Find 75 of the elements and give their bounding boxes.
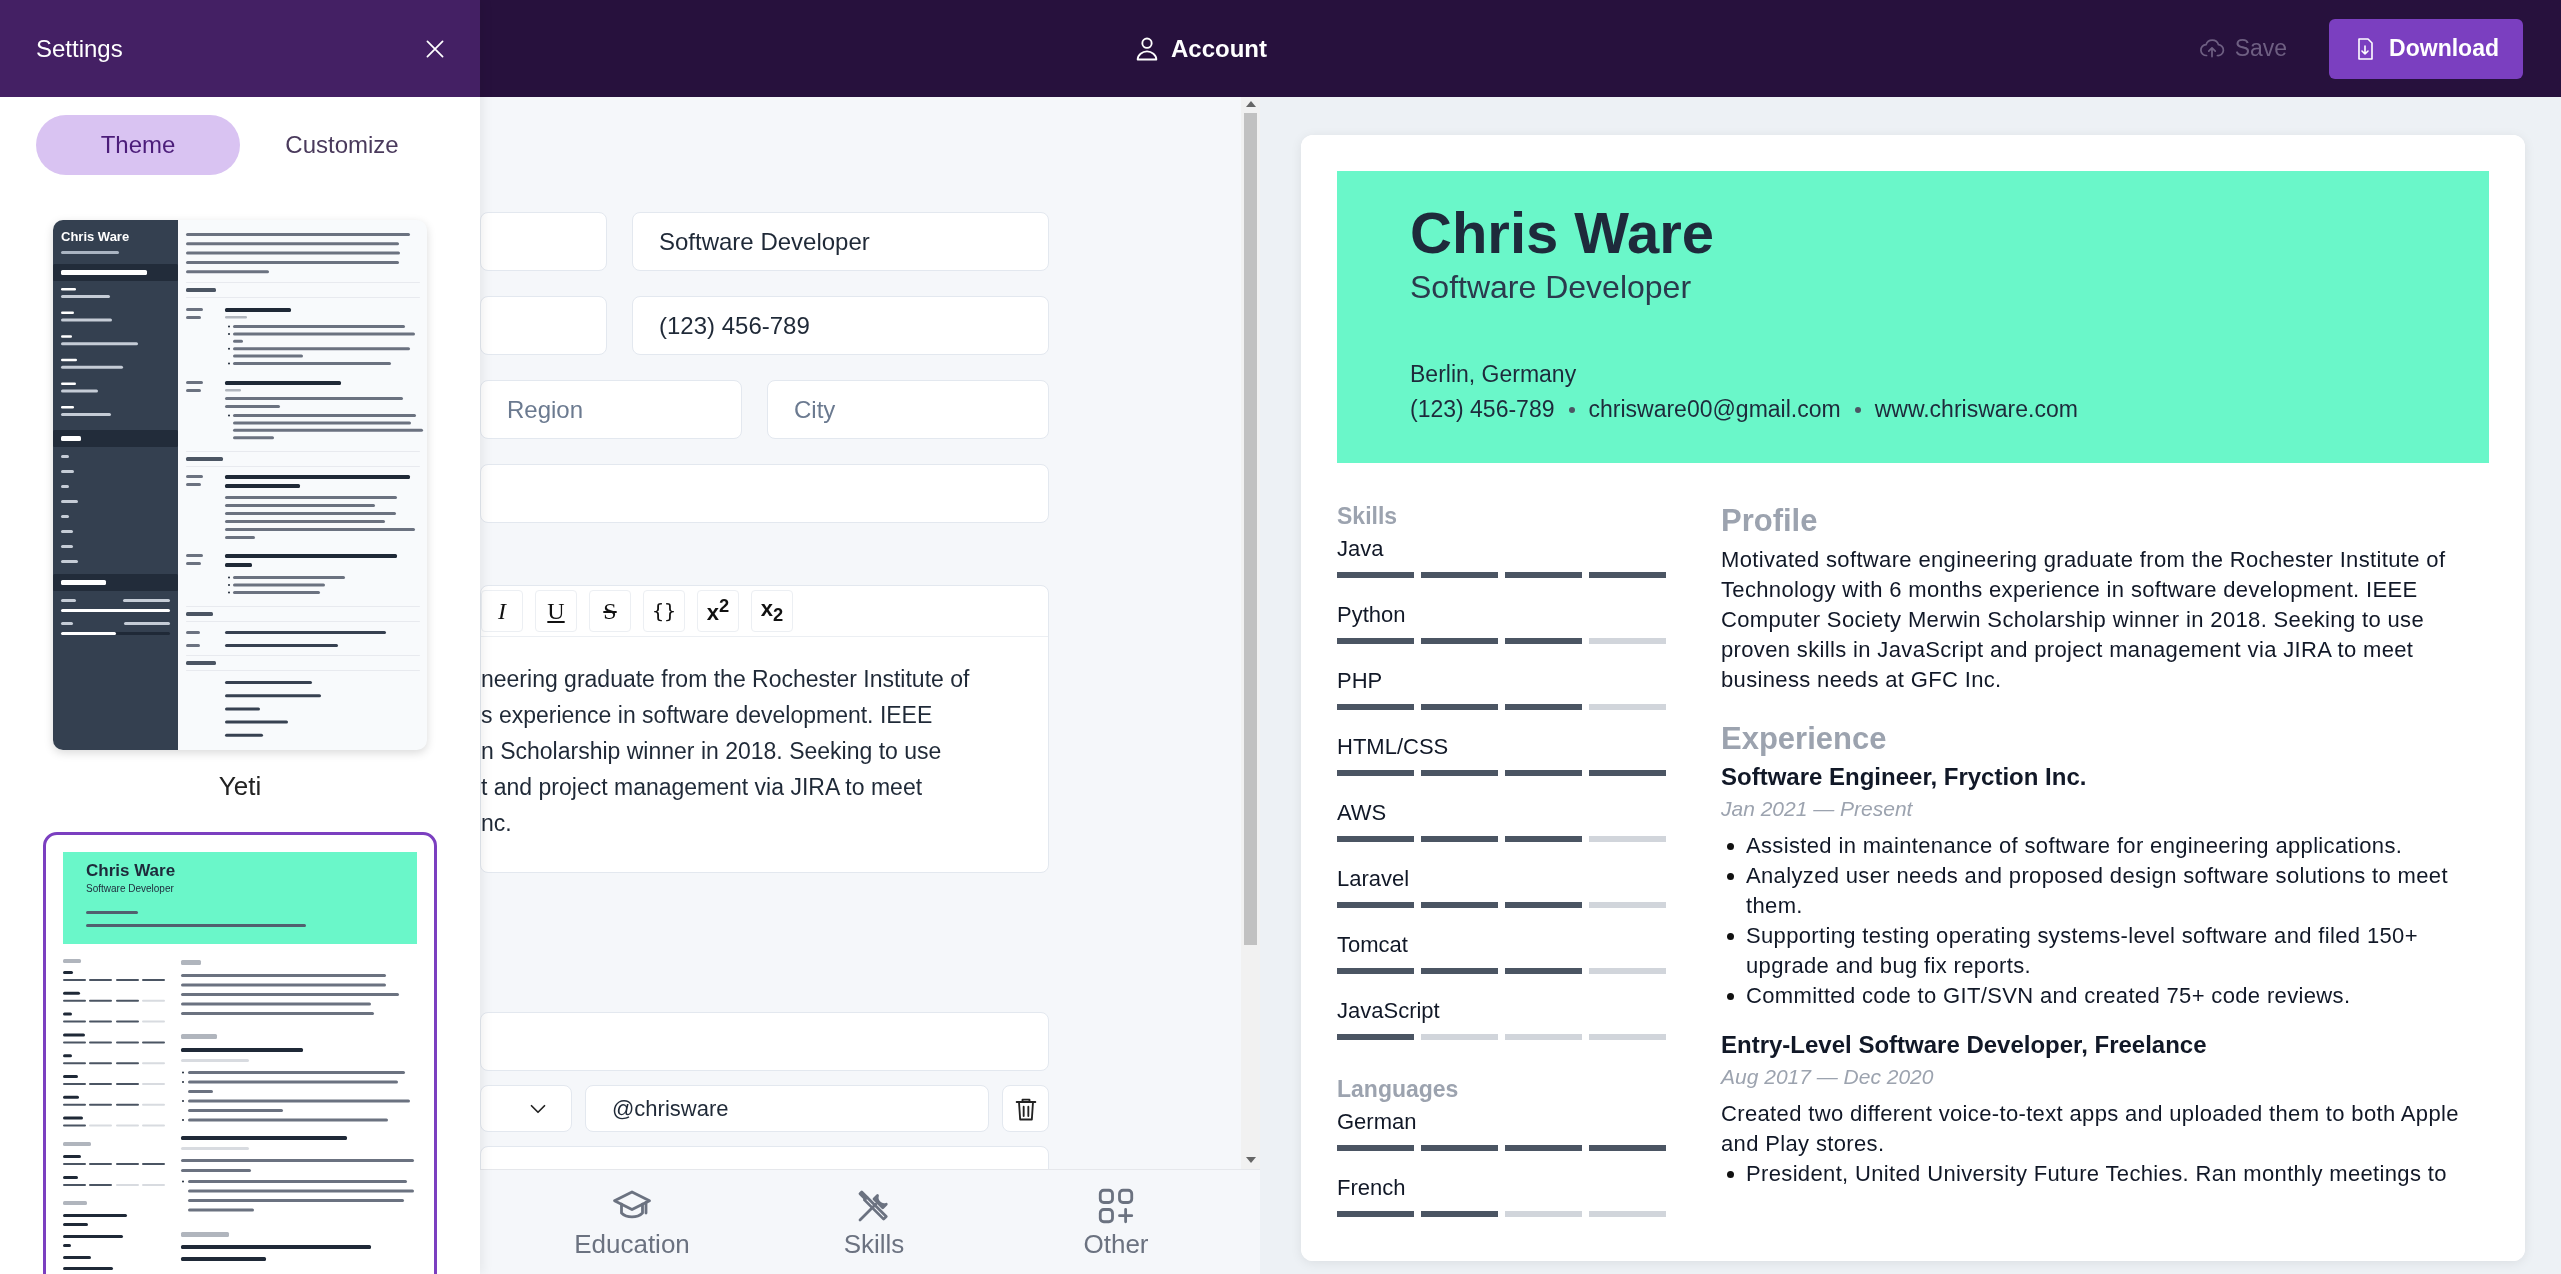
- entry-title: Entry-Level Software Developer, Freelance: [1721, 1031, 2208, 1059]
- format-button[interactable]: S: [589, 590, 631, 632]
- format-button[interactable]: {}: [643, 590, 685, 632]
- resume-name: Chris Ware: [86, 861, 176, 881]
- contact-text: chrisware00@gmail.com: [1588, 396, 1841, 423]
- scroll-down-arrow-icon[interactable]: [1245, 1157, 1256, 1163]
- download-button[interactable]: Download: [2329, 18, 2523, 79]
- theme-card[interactable]: Chris Ware: [50, 217, 430, 753]
- nav-item[interactable]: Education: [532, 1170, 732, 1274]
- paragraph-text: Created two different voice-to-text apps and uploaded them to both Apple and Play stores.: [1721, 1100, 2460, 1158]
- delete-button[interactable]: [1002, 1085, 1049, 1132]
- account-label[interactable]: Account: [1171, 34, 1267, 63]
- theme-name: Yeti: [218, 771, 262, 802]
- section-heading: Skills: [1337, 503, 1399, 530]
- resume-name: Chris Ware: [1410, 201, 1715, 265]
- dropdown[interactable]: [480, 1085, 572, 1132]
- skill-name: Laravel: [1337, 865, 1411, 893]
- location-text: Berlin, Germany: [1410, 361, 1577, 388]
- bullet-text: Analyzed user needs and proposed design software solutions to meet them.: [1746, 862, 2449, 920]
- job-title: Software Developer: [1410, 268, 1692, 306]
- date-text: Aug 2017 — Dec 2020: [1721, 1065, 1935, 1089]
- text-field[interactable]: [480, 464, 1049, 523]
- text-field[interactable]: [480, 212, 607, 271]
- text-field[interactable]: Software Developer: [632, 212, 1049, 271]
- text-field[interactable]: City: [767, 380, 1049, 439]
- scrollbar-thumb[interactable]: [1244, 113, 1257, 945]
- tab[interactable]: Customize: [240, 115, 444, 175]
- format-button[interactable]: U: [535, 590, 577, 632]
- rich-text-editor[interactable]: [480, 585, 1049, 873]
- editor-text: neering graduate from the Rochester Institute of s experience in software development. IEEE n Scholarship winner in 2018. Seeking to use t and project management via JIRA to meet nc.: [481, 665, 971, 838]
- contact-text: (123) 456-789: [1410, 396, 1555, 423]
- date-text: Jan 2021 — Present: [1721, 797, 1914, 821]
- entry-title: Software Engineer, Fryction Inc.: [1721, 763, 2088, 791]
- skill-name: German: [1337, 1108, 1418, 1136]
- theme-card[interactable]: Chris Ware Software Developer: [43, 832, 437, 1274]
- bullet-icon: [1727, 873, 1734, 880]
- section-heading: Profile: [1721, 503, 1819, 539]
- scrollbar[interactable]: [1241, 97, 1260, 1169]
- bullet-text: Supporting testing operating systems-level software and filed 150+ upgrade and bug fix reports.: [1746, 922, 2419, 980]
- nav-item[interactable]: Other: [1016, 1170, 1216, 1274]
- bullet-icon: [1727, 1171, 1734, 1178]
- separator-dot-icon: [1854, 406, 1861, 413]
- format-button[interactable]: x$_{2}$: [751, 590, 793, 632]
- bullet-icon: [1727, 843, 1734, 850]
- text-field[interactable]: @chrisware: [585, 1085, 989, 1132]
- skill-name: JavaScript: [1337, 997, 1441, 1025]
- section-heading: Experience: [1721, 721, 1888, 757]
- text-field[interactable]: Region: [480, 380, 742, 439]
- tab[interactable]: Theme: [36, 115, 240, 175]
- bullet-text: President, United University Future Techies. Ran monthly meetings to: [1746, 1160, 2447, 1188]
- job-title: Software Developer: [86, 883, 174, 894]
- bullet-icon: [1727, 993, 1734, 1000]
- contact-text: www.chrisware.com: [1874, 396, 2078, 423]
- skill-name: Python: [1337, 601, 1407, 629]
- skill-name: Tomcat: [1337, 931, 1409, 959]
- section-heading: Languages: [1337, 1076, 1460, 1103]
- format-button[interactable]: I: [481, 590, 523, 632]
- skill-name: PHP: [1337, 667, 1384, 695]
- scroll-up-arrow-icon[interactable]: [1245, 101, 1256, 107]
- format-button[interactable]: x$^{2}$: [697, 590, 739, 632]
- paragraph-text: Motivated software engineering graduate from the Rochester Institute of Technology with 6 months experience in software development. IEEE Computer Society Merwin Scholarship winner in 2018. Seeking to use proven skills in JavaScript and project management via JIRA to meet business needs at GFC Inc.: [1721, 546, 2447, 694]
- skill-name: Java: [1337, 535, 1385, 563]
- resume-name: Chris Ware: [60, 228, 131, 246]
- text-field[interactable]: [480, 296, 607, 355]
- bullet-text: Committed code to GIT/SVN and created 75+ code reviews.: [1746, 982, 2351, 1010]
- skill-name: French: [1337, 1174, 1407, 1202]
- text-field[interactable]: (123) 456-789: [632, 296, 1049, 355]
- bullet-text: Assisted in maintenance of software for engineering applications.: [1746, 832, 2403, 860]
- skill-name: AWS: [1337, 799, 1388, 827]
- nav-item[interactable]: Skills: [774, 1170, 974, 1274]
- skill-name: HTML/CSS: [1337, 733, 1450, 761]
- panel-title: Settings: [36, 34, 123, 63]
- text-field[interactable]: [480, 1012, 1049, 1071]
- separator-dot-icon: [1568, 406, 1575, 413]
- bullet-icon: [1727, 933, 1734, 940]
